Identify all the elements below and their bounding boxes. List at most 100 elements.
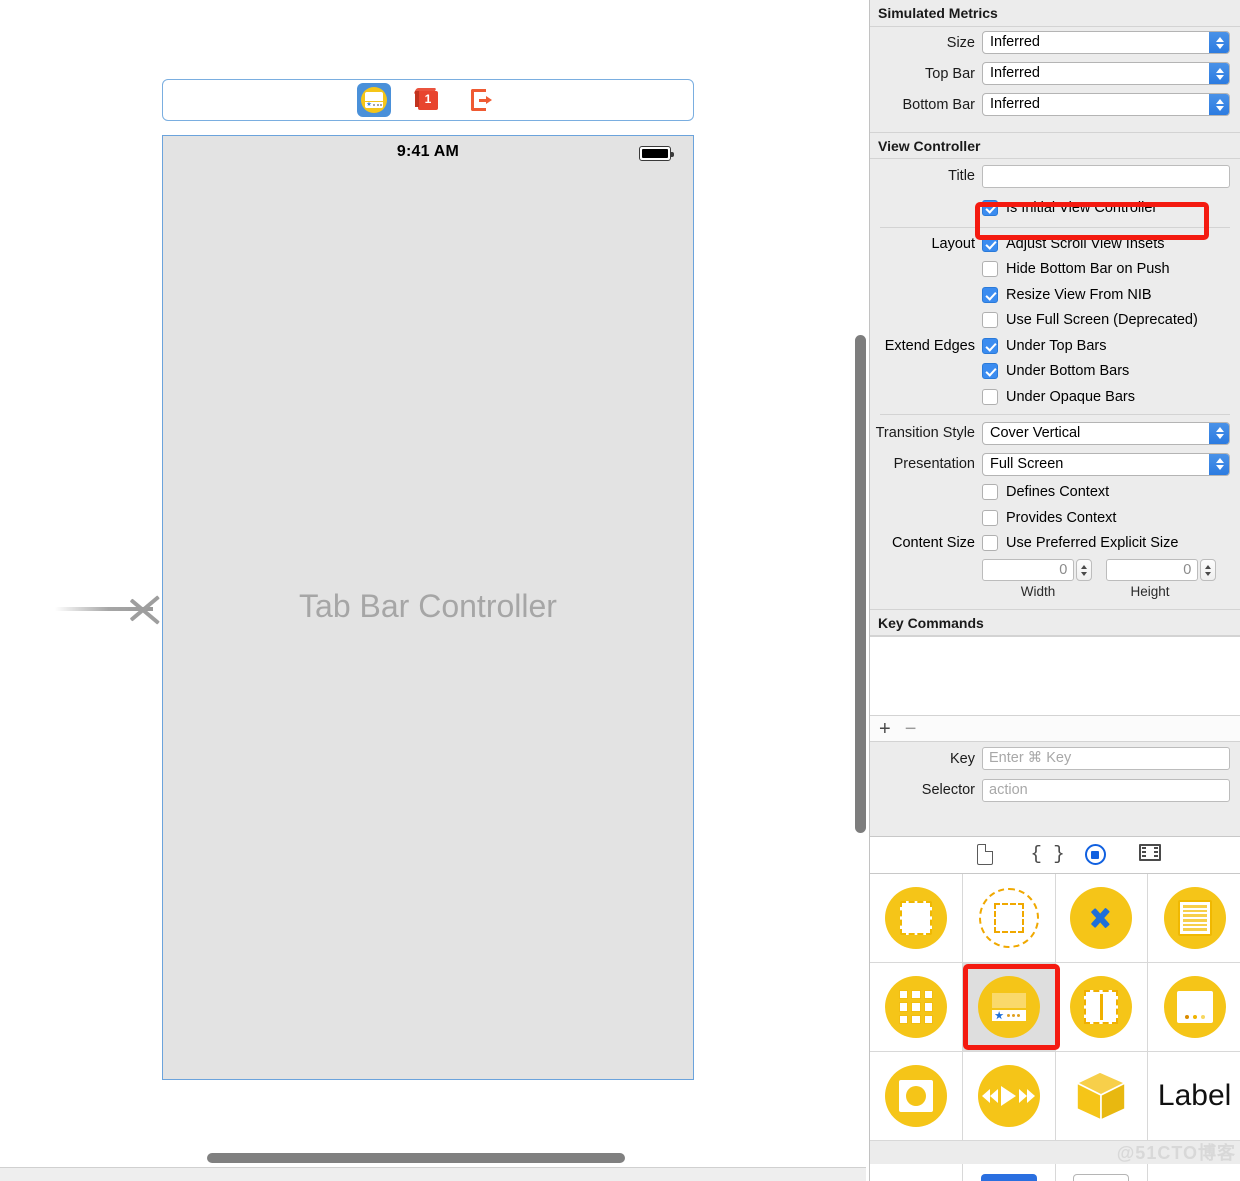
page-view-controller-object[interactable]	[1148, 963, 1240, 1052]
object-library-partial-row[interactable]	[870, 1164, 1240, 1181]
split-view-controller-object[interactable]	[1055, 963, 1149, 1052]
cube-glyph: 1	[413, 86, 442, 114]
storyboard-canvas[interactable]: 1 9:41 AM Tab Bar Controller	[0, 0, 866, 1181]
checkbox-hide-bottom-bar-on-push[interactable]	[982, 261, 998, 278]
select-top-bar[interactable]: Inferred	[982, 62, 1230, 85]
input-content-height[interactable]: 0	[1106, 559, 1199, 581]
input-selector[interactable]: action	[982, 778, 1230, 802]
media-library-icon[interactable]	[1138, 844, 1163, 866]
object-library-grid[interactable]: Label	[870, 874, 1240, 1164]
cube-badge-number: 1	[424, 92, 432, 106]
library-cell-partial[interactable]	[1055, 1164, 1149, 1181]
row-bottom-bar[interactable]: Bottom Bar Inferred	[870, 89, 1240, 120]
checkbox-is-initial-view-controller[interactable]	[982, 200, 998, 216]
row-use-full-screen[interactable]: Use Full Screen (Deprecated)	[870, 308, 1240, 334]
row-selector[interactable]: Selector action	[870, 775, 1240, 805]
select-presentation[interactable]: Full Screen	[982, 452, 1230, 476]
row-title[interactable]: Title	[870, 159, 1240, 193]
icon-circle	[1163, 887, 1226, 949]
checkbox-adjust-scroll-view-insets[interactable]	[982, 235, 998, 252]
divider	[880, 227, 1230, 228]
image-view-controller-object[interactable]	[870, 1052, 963, 1141]
navigation-controller-object[interactable]	[1055, 874, 1149, 963]
tab-bar-controller-object[interactable]	[962, 963, 1056, 1052]
stepper-content-height[interactable]	[1200, 559, 1216, 581]
checkbox-use-full-screen[interactable]	[982, 312, 998, 329]
row-under-opaque-bars[interactable]: Under Opaque Bars	[870, 384, 1240, 410]
select-size[interactable]: Inferred	[982, 31, 1230, 54]
chevron-updown-icon[interactable]	[1209, 63, 1229, 84]
row-use-preferred-explicit-size[interactable]: Content Size Use Preferred Explicit Size	[870, 531, 1240, 557]
library-selector-toolbar[interactable]: { }	[870, 836, 1240, 874]
first-responder-cube-icon[interactable]: 1	[411, 83, 445, 117]
storyboard-reference-object[interactable]	[962, 874, 1056, 963]
library-cell-partial[interactable]	[1148, 1164, 1240, 1181]
row-is-initial-view-controller[interactable]: Is Initial View Controller	[870, 193, 1240, 223]
blue-button-object	[980, 1174, 1037, 1181]
inspector-vertical-scrollbar[interactable]	[855, 335, 866, 833]
view-controller-scene[interactable]: 9:41 AM Tab Bar Controller	[162, 135, 694, 1080]
chevron-updown-icon[interactable]	[1209, 94, 1229, 115]
table-view-controller-object[interactable]	[1148, 874, 1240, 963]
file-template-icon[interactable]	[976, 844, 1001, 866]
row-key[interactable]: Key Enter ⌘ Key	[870, 742, 1240, 775]
star-icon	[994, 1011, 1004, 1020]
library-cell-partial[interactable]	[962, 1164, 1056, 1181]
row-defines-context[interactable]: Defines Context	[870, 480, 1240, 506]
code-snippet-icon[interactable]: { }	[1031, 844, 1065, 866]
attributes-inspector-panel[interactable]: Simulated Metrics Size Inferred Top Bar …	[869, 0, 1240, 1181]
fast-forward-icon	[1019, 1089, 1036, 1103]
checkbox-under-opaque-bars[interactable]	[982, 388, 998, 405]
label-top-bar: Top Bar	[925, 65, 975, 82]
chevron-updown-icon[interactable]	[1209, 453, 1229, 475]
object-library-icon[interactable]	[1084, 844, 1109, 866]
library-row: Label	[870, 1052, 1240, 1141]
chevron-updown-icon[interactable]	[1209, 422, 1229, 444]
label-hide-bottom-bar-on-push: Hide Bottom Bar on Push	[1006, 261, 1170, 278]
glkit-view-controller-object[interactable]	[1055, 1052, 1149, 1141]
input-key[interactable]: Enter ⌘ Key	[982, 747, 1230, 770]
icon-circle	[1070, 887, 1133, 949]
checkbox-resize-view-from-nib[interactable]	[982, 286, 998, 303]
label-transition-style: Transition Style	[875, 425, 975, 441]
exit-segue-icon[interactable]	[465, 83, 499, 117]
row-under-bottom-bars[interactable]: Under Bottom Bars	[870, 359, 1240, 385]
chevron-updown-icon[interactable]	[1209, 32, 1229, 53]
canvas-horizontal-scrollbar[interactable]	[207, 1153, 625, 1163]
row-hide-bottom-bar-on-push[interactable]: Hide Bottom Bar on Push	[870, 257, 1240, 283]
checkbox-use-preferred-explicit-size[interactable]	[982, 535, 998, 552]
scene-dock-toolbar[interactable]: 1	[162, 79, 694, 121]
checkbox-defines-context[interactable]	[982, 484, 998, 501]
remove-icon[interactable]: −	[905, 719, 917, 739]
library-cell-partial[interactable]	[870, 1164, 963, 1181]
icon-circle	[884, 1065, 947, 1127]
stepper-content-width[interactable]	[1076, 559, 1092, 581]
row-size[interactable]: Size Inferred	[870, 27, 1240, 58]
input-content-width[interactable]: 0	[982, 559, 1075, 581]
checkbox-under-bottom-bars[interactable]	[982, 363, 998, 380]
row-presentation[interactable]: Presentation Full Screen	[870, 449, 1240, 480]
collection-view-controller-object[interactable]	[870, 963, 963, 1052]
select-transition-style[interactable]: Cover Vertical	[982, 421, 1230, 445]
av-player-view-controller-object[interactable]	[962, 1052, 1056, 1141]
label-object[interactable]: Label	[1148, 1052, 1240, 1141]
checkbox-under-top-bars[interactable]	[982, 337, 998, 354]
add-icon[interactable]: +	[879, 719, 891, 739]
checkbox-provides-context[interactable]	[982, 509, 998, 526]
row-adjust-scroll-view-insets[interactable]: Layout Adjust Scroll View Insets	[870, 231, 1240, 257]
row-transition-style[interactable]: Transition Style Cover Vertical	[870, 418, 1240, 449]
key-commands-list[interactable]	[870, 636, 1240, 716]
row-top-bar[interactable]: Top Bar Inferred	[870, 58, 1240, 89]
row-under-top-bars[interactable]: Extend Edges Under Top Bars	[870, 333, 1240, 359]
tab-bar-controller-icon[interactable]	[357, 83, 391, 117]
gray-button-object	[1073, 1174, 1130, 1181]
select-size-value: Inferred	[990, 34, 1040, 50]
row-resize-view-from-nib[interactable]: Resize View From NIB	[870, 282, 1240, 308]
input-title[interactable]	[982, 164, 1230, 188]
select-bottom-bar[interactable]: Inferred	[982, 93, 1230, 116]
key-commands-toolbar[interactable]: + −	[870, 716, 1240, 742]
row-provides-context[interactable]: Provides Context	[870, 505, 1240, 531]
view-controller-object[interactable]	[870, 874, 963, 963]
row-content-size-fields[interactable]: 0 0	[870, 556, 1240, 584]
section-header-key-commands: Key Commands	[870, 609, 1240, 636]
